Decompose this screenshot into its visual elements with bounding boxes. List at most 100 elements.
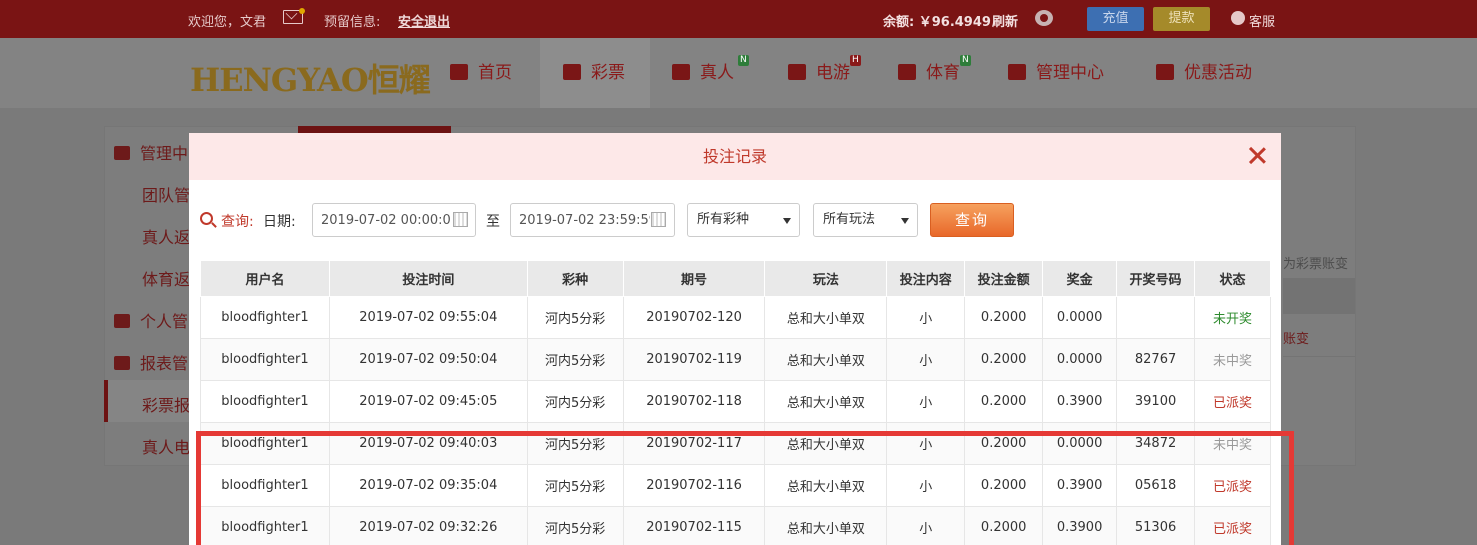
- table-cell: 已派奖: [1194, 380, 1271, 423]
- welcome-text: 欢迎您，文君: [188, 15, 267, 30]
- column-header: 期号: [622, 260, 766, 297]
- table-cell: bloodfighter1: [200, 338, 330, 381]
- sidebar-item-label: 真人电: [142, 438, 191, 457]
- customer-service-icon[interactable]: [1231, 11, 1245, 25]
- nav-promotions-label: 优惠活动: [1184, 63, 1252, 83]
- sidebar-item-management[interactable]: 管理中: [114, 140, 188, 164]
- site-logo[interactable]: HENGYAO恒耀: [190, 55, 431, 101]
- table-cell: 小: [886, 380, 966, 423]
- nav-sports-label: 体育: [926, 63, 960, 83]
- nav-home-label: 首页: [478, 63, 512, 83]
- play-type-value: 所有玩法: [823, 212, 876, 227]
- sidebar-item-personal[interactable]: 个人管: [114, 308, 188, 332]
- table-cell: 20190702-115: [622, 506, 766, 545]
- top-bar: 欢迎您，文君 预留信息: 安全退出 余额: ￥96.4949 刷新 充值 提款 …: [0, 0, 1477, 38]
- table-cell: [1116, 296, 1196, 339]
- table-cell: 未中奖: [1194, 338, 1271, 381]
- nav-lottery[interactable]: 彩票: [540, 38, 650, 108]
- column-header: 奖金: [1042, 260, 1118, 297]
- lottery-type-select[interactable]: 所有彩种: [687, 203, 800, 237]
- nav-live-casino[interactable]: 真人 N: [672, 38, 762, 108]
- eye-icon[interactable]: [1035, 10, 1053, 26]
- nav-sports[interactable]: 体育 N: [898, 38, 988, 108]
- sidebar-item-reports[interactable]: 报表管: [114, 350, 188, 374]
- table-cell: 0.2000: [964, 464, 1044, 507]
- search-icon: [200, 212, 213, 225]
- table-cell: 小: [886, 296, 966, 339]
- table-cell: 20190702-116: [622, 464, 766, 507]
- background-table-header: [1283, 278, 1355, 314]
- table-cell: 0.3900: [1042, 506, 1118, 545]
- table-cell: 20190702-117: [622, 422, 766, 465]
- table-cell: 20190702-120: [622, 296, 766, 339]
- background-divider: [1283, 356, 1355, 357]
- logout-link[interactable]: 安全退出: [398, 11, 450, 30]
- calendar-icon[interactable]: [453, 212, 468, 227]
- play-type-select[interactable]: 所有玩法: [813, 203, 918, 237]
- table-cell: 总和大小单双: [764, 506, 888, 545]
- lottery-type-value: 所有彩种: [697, 212, 750, 227]
- column-header: 彩种: [526, 260, 624, 297]
- close-icon[interactable]: [1245, 143, 1269, 167]
- modal-title: 投注记录: [702, 147, 767, 166]
- sidebar-item-live-rebate[interactable]: 真人返: [142, 224, 190, 248]
- table-cell: bloodfighter1: [200, 464, 330, 507]
- sidebar-item-sports-rebate[interactable]: 体育返: [142, 266, 190, 290]
- user-icon: [114, 314, 130, 328]
- nav-home[interactable]: 首页: [450, 38, 530, 108]
- nav-slots[interactable]: 电游 H: [788, 38, 878, 108]
- table-cell: 2019-07-02 09:35:04: [328, 464, 528, 507]
- table-header-row: 用户名 投注时间 彩种 期号 玩法 投注内容 投注金额 奖金 开奖号码 状态: [200, 260, 1271, 297]
- table-cell: bloodfighter1: [200, 380, 330, 423]
- report-icon: [114, 356, 130, 370]
- customer-service-link[interactable]: 客服: [1249, 11, 1275, 30]
- calendar-icon[interactable]: [651, 212, 666, 227]
- table-cell: 总和大小单双: [764, 296, 888, 339]
- table-cell: bloodfighter1: [200, 422, 330, 465]
- nav-live-casino-label: 真人: [700, 63, 734, 83]
- table-cell: 小: [886, 464, 966, 507]
- sidebar-item-label: 个人管: [140, 312, 189, 331]
- main-header: HENGYAO恒耀 首页 彩票 真人 N 电游 H 体育 N 管理中心 优惠活动: [0, 38, 1477, 108]
- sidebar-item-team[interactable]: 团队管: [142, 182, 190, 206]
- column-header: 投注时间: [328, 260, 528, 297]
- table-cell: 河内5分彩: [526, 380, 624, 423]
- column-header: 开奖号码: [1116, 260, 1196, 297]
- column-header: 投注金额: [964, 260, 1044, 297]
- table-cell: 总和大小单双: [764, 422, 888, 465]
- table-cell: 2019-07-02 09:55:04: [328, 296, 528, 339]
- background-link[interactable]: 账变: [1283, 328, 1309, 347]
- table-cell: 0.3900: [1042, 380, 1118, 423]
- sidebar-item-lottery-report[interactable]: 彩票报: [142, 392, 190, 416]
- table-cell: 0.2000: [964, 506, 1044, 545]
- table-cell: 20190702-119: [622, 338, 766, 381]
- table-cell: 河内5分彩: [526, 464, 624, 507]
- column-header: 状态: [1194, 260, 1271, 297]
- sidebar-item-label: 彩票报: [142, 396, 191, 415]
- nav-management-label: 管理中心: [1036, 63, 1104, 83]
- recharge-button[interactable]: 充值: [1087, 7, 1144, 31]
- slot-machine-icon: [788, 64, 806, 80]
- date-label: 日期:: [263, 214, 296, 230]
- nav-management[interactable]: 管理中心: [1008, 38, 1128, 108]
- dealer-icon: [672, 64, 690, 80]
- table-cell: 0.0000: [1042, 422, 1118, 465]
- sidebar-item-label: 团队管: [142, 186, 191, 205]
- hot-badge: H: [850, 55, 861, 66]
- nav-promotions[interactable]: 优惠活动: [1156, 38, 1276, 108]
- table-cell: 20190702-118: [622, 380, 766, 423]
- withdraw-button[interactable]: 提款: [1153, 7, 1210, 31]
- table-cell: 39100: [1116, 380, 1196, 423]
- bet-record-table: 用户名 投注时间 彩种 期号 玩法 投注内容 投注金额 奖金 开奖号码 状态 b…: [200, 260, 1271, 545]
- start-date-input[interactable]: [312, 203, 476, 237]
- new-badge: N: [960, 55, 971, 66]
- table-cell: 2019-07-02 09:45:05: [328, 380, 528, 423]
- table-cell: 0.2000: [964, 380, 1044, 423]
- sidebar-item-live-report[interactable]: 真人电: [142, 434, 190, 458]
- refresh-link[interactable]: 刷新: [992, 11, 1018, 30]
- query-button[interactable]: 查询: [930, 203, 1014, 237]
- table-cell: 已派奖: [1194, 464, 1271, 507]
- sidebar-item-label: 管理中: [140, 144, 189, 163]
- table-cell: 0.0000: [1042, 296, 1118, 339]
- table-cell: 51306: [1116, 506, 1196, 545]
